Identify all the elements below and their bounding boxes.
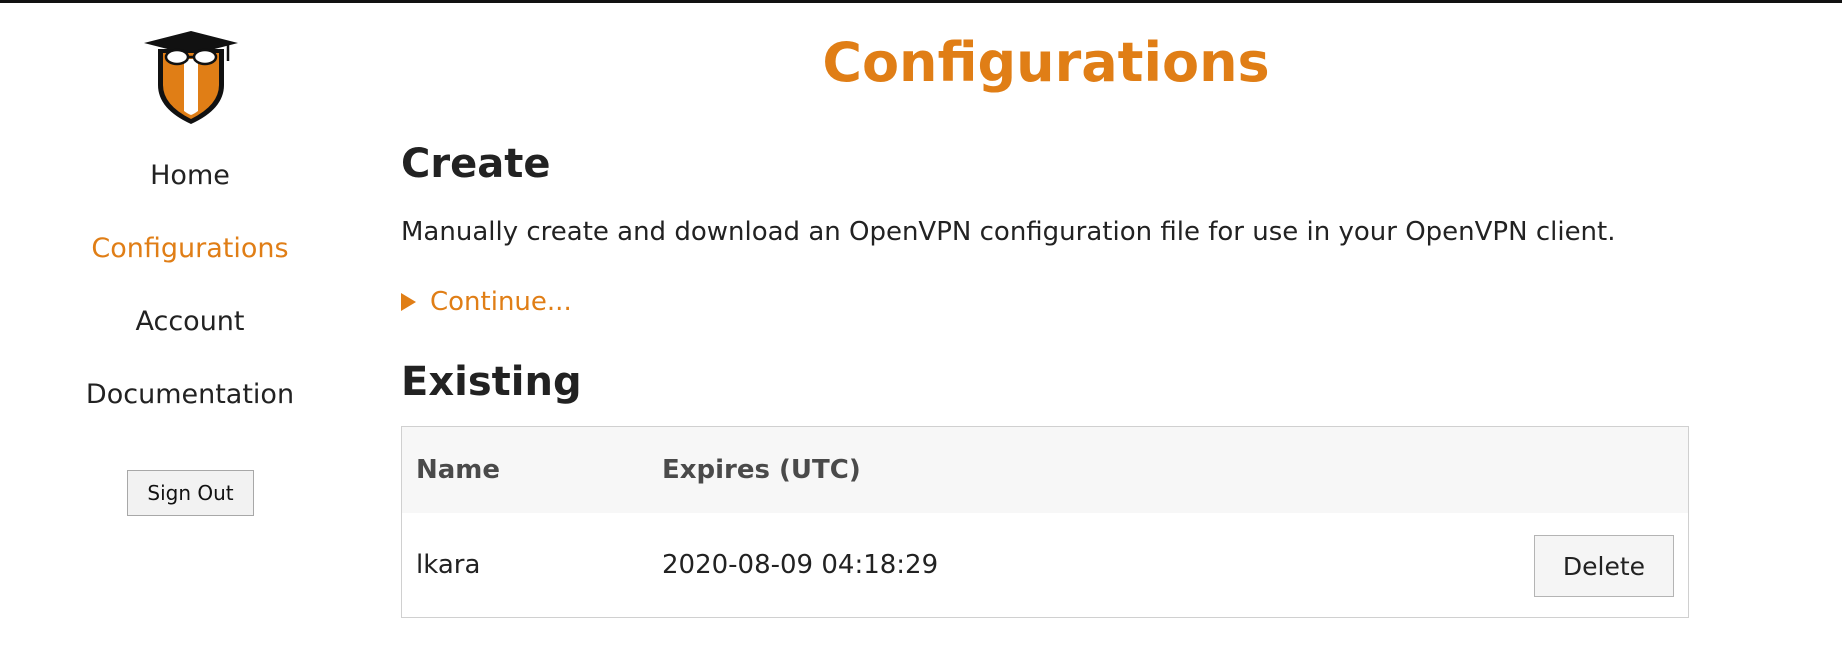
- table-header: Name Expires (UTC): [402, 427, 1688, 513]
- create-description: Manually create and download an OpenVPN …: [401, 217, 1616, 247]
- delete-button[interactable]: Delete: [1534, 535, 1674, 597]
- column-header-expires: Expires (UTC): [662, 455, 861, 485]
- disclosure-triangle-icon: [401, 293, 416, 311]
- existing-section-title: Existing: [401, 359, 582, 405]
- nav-item-configurations[interactable]: Configurations: [0, 231, 380, 267]
- main-content: Configurations Create Manually create an…: [401, 3, 1691, 658]
- continue-label: Continue...: [430, 287, 572, 317]
- column-header-name: Name: [416, 455, 501, 485]
- nav-item-documentation[interactable]: Documentation: [0, 377, 380, 413]
- shield-mortarboard-logo-icon[interactable]: [140, 29, 242, 125]
- continue-disclosure[interactable]: Continue...: [401, 284, 572, 320]
- cell-expires: 2020-08-09 04:18:29: [662, 550, 939, 580]
- nav-item-account[interactable]: Account: [0, 304, 380, 340]
- table-row: lkara 2020-08-09 04:18:29 Delete: [402, 513, 1688, 617]
- nav-item-home[interactable]: Home: [0, 158, 380, 194]
- page-title: Configurations: [822, 31, 1270, 94]
- create-section-title: Create: [401, 141, 551, 187]
- cell-name: lkara: [416, 550, 481, 580]
- sign-out-button[interactable]: Sign Out: [127, 470, 254, 516]
- sidebar: Home Configurations Account Documentatio…: [0, 3, 380, 658]
- sidebar-nav: Home Configurations Account Documentatio…: [0, 158, 380, 450]
- configurations-table: Name Expires (UTC) lkara 2020-08-09 04:1…: [401, 426, 1689, 618]
